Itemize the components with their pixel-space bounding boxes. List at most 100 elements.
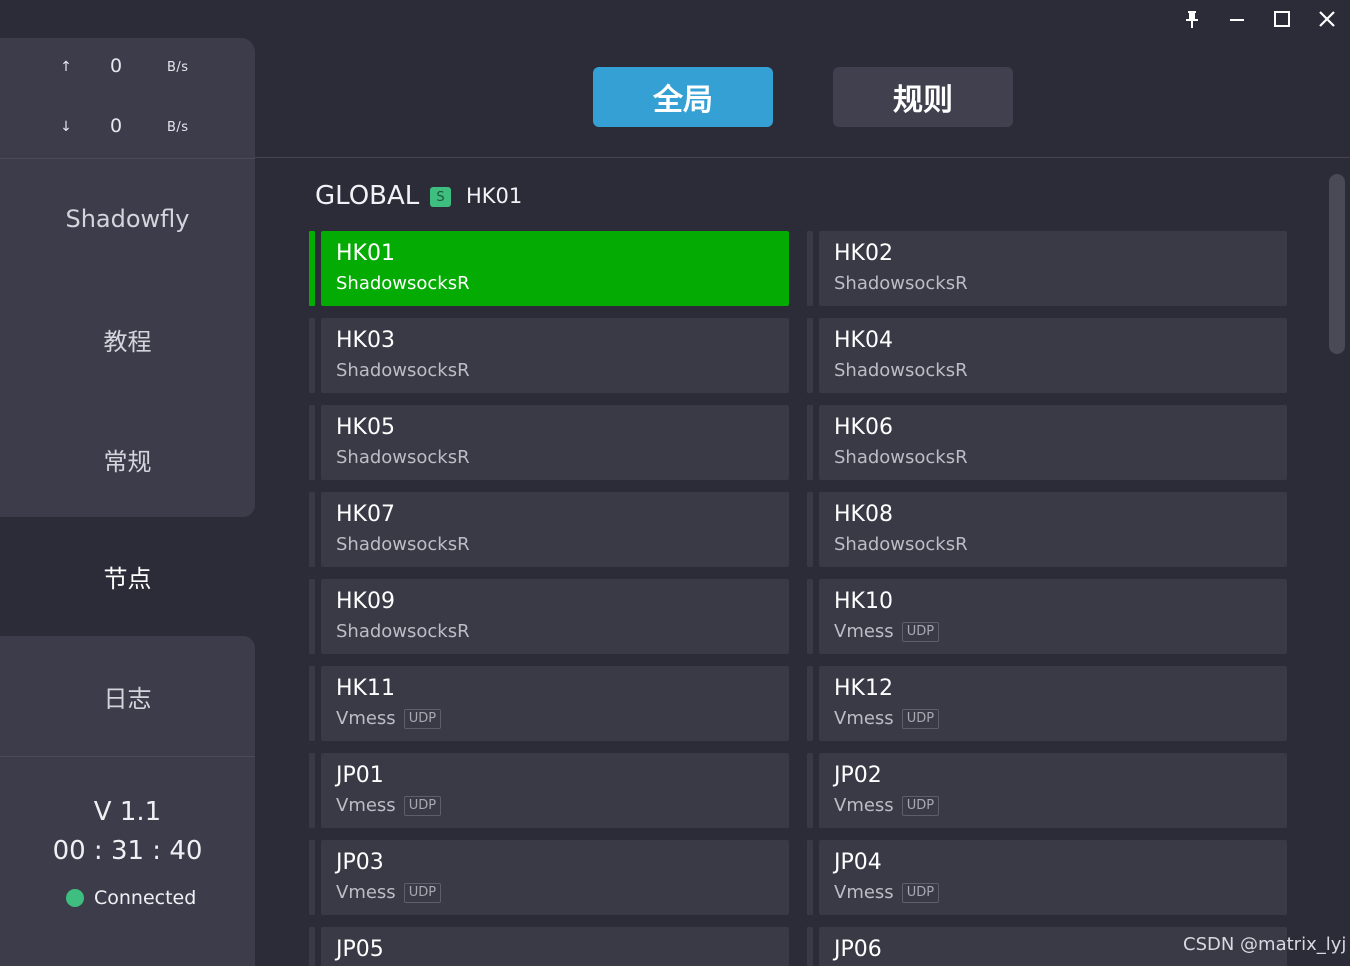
node-name: JP01 (336, 763, 384, 788)
node-card[interactable]: HK03 ShadowsocksR (309, 318, 789, 393)
node-name: HK03 (336, 328, 395, 353)
node-card-body: HK01 ShadowsocksR (321, 231, 789, 306)
sidebar-nav-top: Shadowfly 教程 常规 (0, 158, 255, 517)
node-protocol: ShadowsocksR (834, 360, 968, 381)
rule-mode-button[interactable]: 规则 (833, 67, 1013, 127)
node-card-indicator (807, 405, 813, 480)
node-protocol: ShadowsocksR (336, 360, 470, 381)
node-card-body: HK12 Vmess UDP (819, 666, 1287, 741)
node-protocol-row: ShadowsocksR (834, 273, 968, 294)
pin-icon[interactable] (1176, 4, 1208, 34)
sidebar-item-logs[interactable]: 日志 (0, 636, 255, 756)
traffic-panel: ↑ 0 B/s ↓ 0 B/s (0, 38, 255, 158)
node-name: HK11 (336, 676, 395, 701)
sidebar-item-tutorial[interactable]: 教程 (0, 279, 255, 399)
node-card[interactable]: JP03 Vmess UDP (309, 840, 789, 915)
node-name: HK05 (336, 415, 395, 440)
global-mode-button[interactable]: 全局 (593, 67, 773, 127)
node-card-body: JP01 Vmess UDP (321, 753, 789, 828)
node-card[interactable]: JP02 Vmess UDP (807, 753, 1287, 828)
node-card-body: HK04 ShadowsocksR (819, 318, 1287, 393)
node-card-indicator (309, 927, 315, 966)
node-protocol: ShadowsocksR (336, 534, 470, 555)
node-card[interactable]: JP04 Vmess UDP (807, 840, 1287, 915)
node-protocol: Vmess (336, 882, 396, 903)
node-protocol-row: ShadowsocksR (336, 447, 470, 468)
node-protocol-row: Vmess UDP (336, 882, 442, 903)
node-card[interactable]: JP01 Vmess UDP (309, 753, 789, 828)
node-udp-badge: UDP (901, 621, 940, 642)
node-protocol: ShadowsocksR (834, 273, 968, 294)
sidebar-divider (0, 756, 255, 757)
minimize-icon[interactable] (1221, 4, 1253, 34)
scrollbar-thumb[interactable] (1329, 174, 1345, 354)
node-card-body: HK05 ShadowsocksR (321, 405, 789, 480)
download-speed-row: ↓ 0 B/s (0, 113, 255, 143)
node-card-body: JP05 (321, 927, 789, 966)
download-speed-unit: B/s (167, 120, 189, 135)
node-card[interactable]: HK04 ShadowsocksR (807, 318, 1287, 393)
node-protocol: Vmess (834, 795, 894, 816)
node-name: HK10 (834, 589, 893, 614)
node-name: JP04 (834, 850, 882, 875)
node-card[interactable]: HK07 ShadowsocksR (309, 492, 789, 567)
node-card-indicator (807, 753, 813, 828)
node-name: HK06 (834, 415, 893, 440)
sidebar-item-nodes[interactable]: 节点 (0, 517, 255, 636)
connection-status: Connected (66, 886, 196, 910)
node-card[interactable]: HK06 ShadowsocksR (807, 405, 1287, 480)
node-name: JP06 (834, 937, 882, 962)
node-card[interactable]: HK01 ShadowsocksR (309, 231, 789, 306)
node-card[interactable]: HK08 ShadowsocksR (807, 492, 1287, 567)
node-card-indicator (309, 492, 315, 567)
node-protocol-row: Vmess UDP (336, 795, 442, 816)
node-card-body: HK07 ShadowsocksR (321, 492, 789, 567)
node-protocol: Vmess (336, 795, 396, 816)
node-card-indicator (807, 927, 813, 966)
sidebar-item-general[interactable]: 常规 (0, 399, 255, 519)
node-udp-badge: UDP (403, 882, 442, 903)
node-udp-badge: UDP (901, 882, 940, 903)
node-udp-badge: UDP (403, 708, 442, 729)
node-card[interactable]: HK02 ShadowsocksR (807, 231, 1287, 306)
node-card-body: JP03 Vmess UDP (321, 840, 789, 915)
node-protocol-row: ShadowsocksR (336, 621, 470, 642)
node-protocol-row: ShadowsocksR (834, 534, 968, 555)
node-card[interactable]: HK10 Vmess UDP (807, 579, 1287, 654)
node-card[interactable]: HK11 Vmess UDP (309, 666, 789, 741)
node-udp-badge: UDP (403, 795, 442, 816)
group-type-badge: S (430, 187, 451, 207)
node-name: HK07 (336, 502, 395, 527)
node-card-body: JP02 Vmess UDP (819, 753, 1287, 828)
status-dot-icon (66, 889, 84, 907)
node-card[interactable]: JP05 (309, 927, 789, 966)
node-name: HK01 (336, 241, 395, 266)
node-card-indicator (309, 840, 315, 915)
upload-speed-unit: B/s (167, 60, 189, 75)
node-card-indicator (807, 840, 813, 915)
node-card-body: HK09 ShadowsocksR (321, 579, 789, 654)
node-protocol-row: ShadowsocksR (336, 534, 470, 555)
node-protocol-row: ShadowsocksR (336, 273, 470, 294)
node-card[interactable]: HK05 ShadowsocksR (309, 405, 789, 480)
download-speed-value: 0 (110, 115, 123, 137)
sidebar-item-shadowfly[interactable]: Shadowfly (0, 159, 255, 279)
download-arrow-icon: ↓ (60, 119, 72, 135)
node-protocol-row: Vmess UDP (336, 708, 442, 729)
node-card[interactable]: HK12 Vmess UDP (807, 666, 1287, 741)
maximize-icon[interactable] (1266, 4, 1298, 34)
node-udp-badge: UDP (901, 795, 940, 816)
node-card-indicator (807, 579, 813, 654)
upload-arrow-icon: ↑ (60, 59, 72, 75)
node-card-indicator (309, 666, 315, 741)
node-name: JP02 (834, 763, 882, 788)
node-card[interactable]: HK09 ShadowsocksR (309, 579, 789, 654)
connection-timer: 00 : 31 : 40 (52, 836, 203, 866)
node-card-indicator (309, 231, 315, 306)
close-icon[interactable] (1311, 4, 1343, 34)
node-protocol: ShadowsocksR (336, 447, 470, 468)
node-card-body: HK10 Vmess UDP (819, 579, 1287, 654)
title-bar (0, 0, 1350, 38)
node-name: HK09 (336, 589, 395, 614)
version-label: V 1.1 (93, 797, 162, 827)
